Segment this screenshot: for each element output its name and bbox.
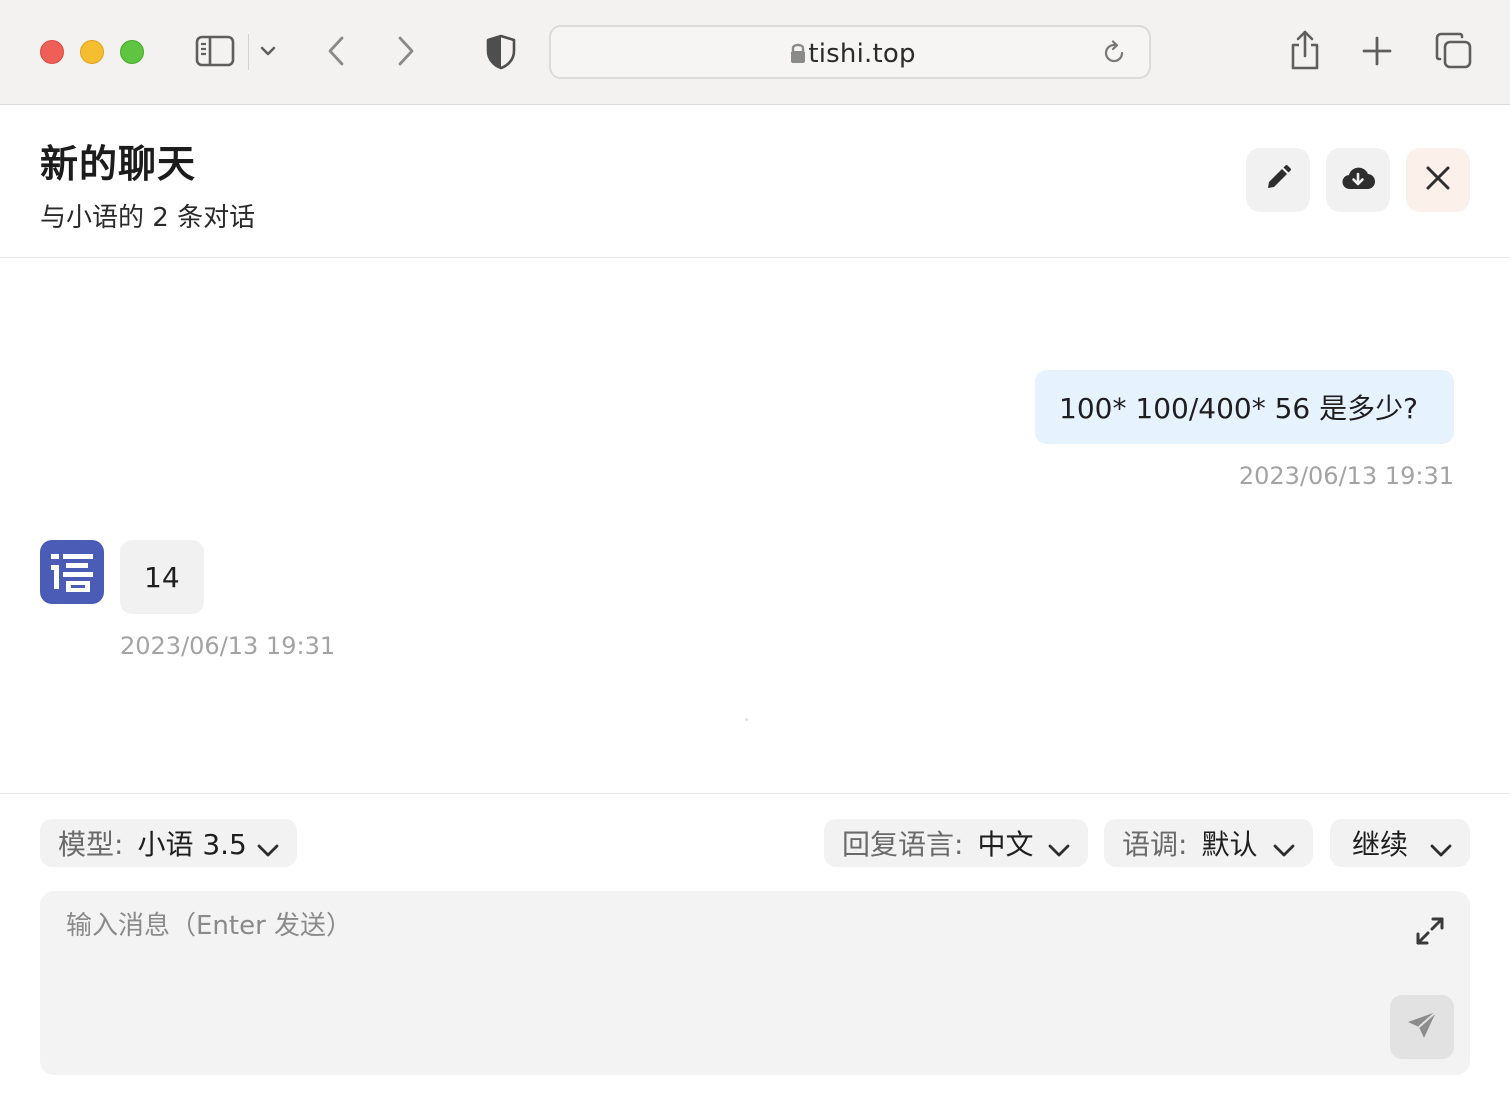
tone-value: 默认 xyxy=(1201,828,1258,861)
page-title: 新的聊天 xyxy=(40,142,197,186)
address-bar[interactable]: tishi.top xyxy=(549,25,1151,79)
chevron-down-icon xyxy=(1273,833,1295,866)
reload-icon[interactable] xyxy=(1101,40,1127,70)
message-timestamp: 2023/06/13 19:31 xyxy=(120,632,336,660)
browser-toolbar: tishi.top xyxy=(0,0,1510,105)
tone-select[interactable]: 语调: 默认 xyxy=(1104,819,1313,867)
reply-language-select[interactable]: 回复语言: 中文 xyxy=(824,819,1088,867)
chevron-right-icon[interactable] xyxy=(392,32,420,70)
model-label: 模型: xyxy=(58,828,124,861)
continue-value: 继续 xyxy=(1352,828,1409,861)
tabs-overview-icon[interactable] xyxy=(1434,31,1474,71)
url-text: tishi.top xyxy=(808,39,916,69)
toolbar-divider xyxy=(248,34,249,70)
send-icon xyxy=(1406,1010,1438,1044)
minimize-window-button[interactable] xyxy=(80,40,104,64)
chevron-down-icon xyxy=(257,833,279,866)
assistant-message: 14 xyxy=(120,540,204,614)
sidebar-icon[interactable] xyxy=(194,34,236,68)
share-icon[interactable] xyxy=(1288,28,1322,72)
chevron-down-icon xyxy=(1048,833,1070,866)
composer: 模型: 小语 3.5 回复语言: 中文 语调: 默认 继续 xyxy=(0,793,1510,1114)
chevron-left-icon[interactable] xyxy=(322,32,350,70)
download-button[interactable] xyxy=(1326,148,1390,212)
chat-messages: 100* 100/400* 56 是多少? 2023/06/13 19:31 1… xyxy=(0,258,1510,793)
expand-icon[interactable] xyxy=(1414,915,1446,947)
continue-select[interactable]: 继续 xyxy=(1330,819,1470,867)
plus-icon[interactable] xyxy=(1360,34,1394,68)
user-message: 100* 100/400* 56 是多少? xyxy=(1035,370,1454,444)
chat-header: 新的聊天 与小语的 2 条对话 xyxy=(0,105,1510,258)
shield-icon[interactable] xyxy=(484,33,518,71)
edit-icon xyxy=(1264,164,1292,196)
reply-language-label: 回复语言: xyxy=(842,828,964,861)
send-button[interactable] xyxy=(1390,995,1454,1059)
close-window-button[interactable] xyxy=(40,40,64,64)
assistant-logo-icon xyxy=(51,554,93,592)
close-chat-button[interactable] xyxy=(1406,148,1470,212)
zoom-window-button[interactable] xyxy=(120,40,144,64)
chevron-down-icon xyxy=(1430,833,1452,866)
message-timestamp: 2023/06/13 19:31 xyxy=(1238,462,1454,490)
tone-label: 语调: xyxy=(1122,828,1188,861)
reply-language-value: 中文 xyxy=(977,828,1034,861)
close-icon xyxy=(1425,165,1451,195)
model-value: 小语 3.5 xyxy=(137,828,247,861)
edit-button[interactable] xyxy=(1246,148,1310,212)
message-input[interactable] xyxy=(40,891,1470,1075)
message-input-box xyxy=(40,891,1470,1075)
cloud-download-icon xyxy=(1341,164,1376,196)
assistant-avatar xyxy=(40,540,104,604)
chevron-down-icon[interactable] xyxy=(256,42,280,60)
model-select[interactable]: 模型: 小语 3.5 xyxy=(40,819,297,867)
loading-dot xyxy=(745,718,748,721)
page-subtitle: 与小语的 2 条对话 xyxy=(40,203,256,233)
